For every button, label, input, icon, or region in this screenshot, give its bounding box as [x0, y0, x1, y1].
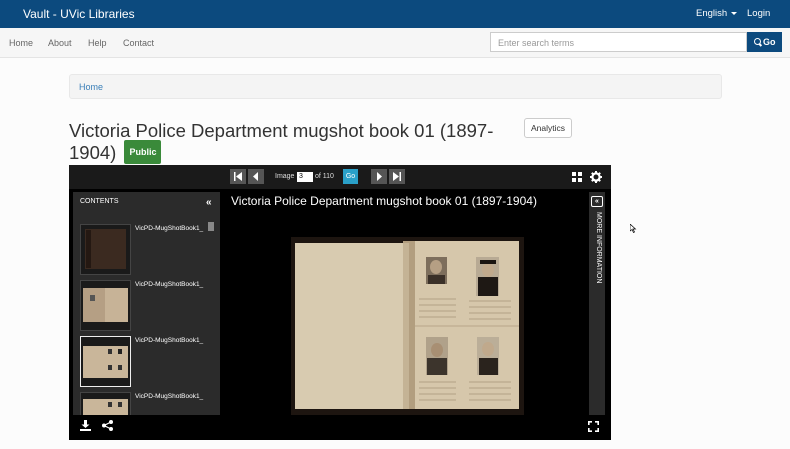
- thumbnail-1[interactable]: [80, 224, 131, 275]
- brand-link[interactable]: Vault - UVic Libraries: [23, 7, 135, 21]
- mugshot-book-page-image[interactable]: [291, 237, 524, 415]
- language-label: English: [696, 8, 728, 19]
- next-page-button[interactable]: [371, 169, 387, 184]
- status-badge: Public: [124, 139, 162, 164]
- next-page-icon: [377, 172, 382, 181]
- page-thumbnail: [81, 281, 130, 330]
- language-dropdown[interactable]: English: [696, 8, 738, 19]
- thumbnail-4[interactable]: [80, 392, 131, 415]
- top-navbar: Vault - UVic Libraries English Login: [0, 0, 790, 28]
- expand-info-icon[interactable]: «: [591, 196, 603, 207]
- page-thumbnail: [81, 393, 130, 415]
- collapse-contents-icon[interactable]: «: [206, 197, 212, 208]
- thumbnail-1-label[interactable]: VicPD-MugShotBook1_: [135, 225, 203, 232]
- previous-page-icon: [253, 172, 258, 181]
- settings-gear-icon[interactable]: [590, 171, 602, 183]
- thumbnail-2[interactable]: [80, 280, 131, 331]
- contents-scrollbar[interactable]: [208, 222, 214, 231]
- search-icon: [754, 38, 761, 45]
- page-count-label: of 110: [315, 173, 334, 180]
- thumbnail-4-label[interactable]: VicPD-MugShotBook1_: [135, 393, 203, 400]
- contents-header: CONTENTS: [80, 198, 119, 205]
- share-icon[interactable]: [102, 420, 113, 431]
- previous-page-button[interactable]: [248, 169, 264, 184]
- image-viewer: Image 3 of 110 Go CONTENTS « VicPD-MugSh…: [69, 165, 611, 440]
- last-page-icon: [393, 172, 401, 181]
- more-information-label: MORE INFORMATION: [595, 212, 602, 284]
- breadcrumb: Home: [69, 74, 722, 99]
- login-link[interactable]: Login: [747, 8, 770, 19]
- analytics-button[interactable]: Analytics: [524, 118, 572, 138]
- image-label: Image: [275, 173, 295, 180]
- search-input[interactable]: Enter search terms: [490, 32, 747, 52]
- first-page-icon: [234, 172, 242, 181]
- contents-panel: CONTENTS « VicPD-MugShotBook1_ VicPD-Mug…: [73, 192, 220, 415]
- thumbnail-3-selected[interactable]: [80, 336, 131, 387]
- fullscreen-icon[interactable]: [588, 421, 599, 432]
- viewer-toolbar: Image 3 of 110 Go: [69, 165, 611, 189]
- gallery-grid-icon[interactable]: [572, 172, 582, 182]
- search-go-label: Go: [763, 37, 776, 47]
- more-information-panel[interactable]: « MORE INFORMATION: [589, 192, 605, 415]
- breadcrumb-home-link[interactable]: Home: [79, 82, 103, 92]
- nav-help-link[interactable]: Help: [88, 38, 107, 48]
- book-cover-thumbnail: [81, 225, 130, 274]
- last-page-button[interactable]: [389, 169, 405, 184]
- page-number-input[interactable]: 3: [297, 172, 313, 182]
- page-thumbnail: [81, 337, 130, 386]
- viewer-image-title: Victoria Police Department mugshot book …: [231, 194, 537, 208]
- caret-down-icon: [731, 11, 738, 15]
- nav-contact-link[interactable]: Contact: [123, 38, 154, 48]
- mouse-cursor-icon: [630, 224, 637, 233]
- first-page-button[interactable]: [230, 169, 246, 184]
- nav-home-link[interactable]: Home: [9, 38, 33, 48]
- download-icon[interactable]: [80, 420, 91, 431]
- page-title: Victoria Police Department mugshot book …: [69, 120, 499, 166]
- page-go-button[interactable]: Go: [343, 169, 358, 184]
- nav-about-link[interactable]: About: [48, 38, 72, 48]
- thumbnail-3-label[interactable]: VicPD-MugShotBook1_: [135, 337, 203, 344]
- search-go-button[interactable]: Go: [747, 32, 782, 52]
- thumbnail-2-label[interactable]: VicPD-MugShotBook1_: [135, 281, 203, 288]
